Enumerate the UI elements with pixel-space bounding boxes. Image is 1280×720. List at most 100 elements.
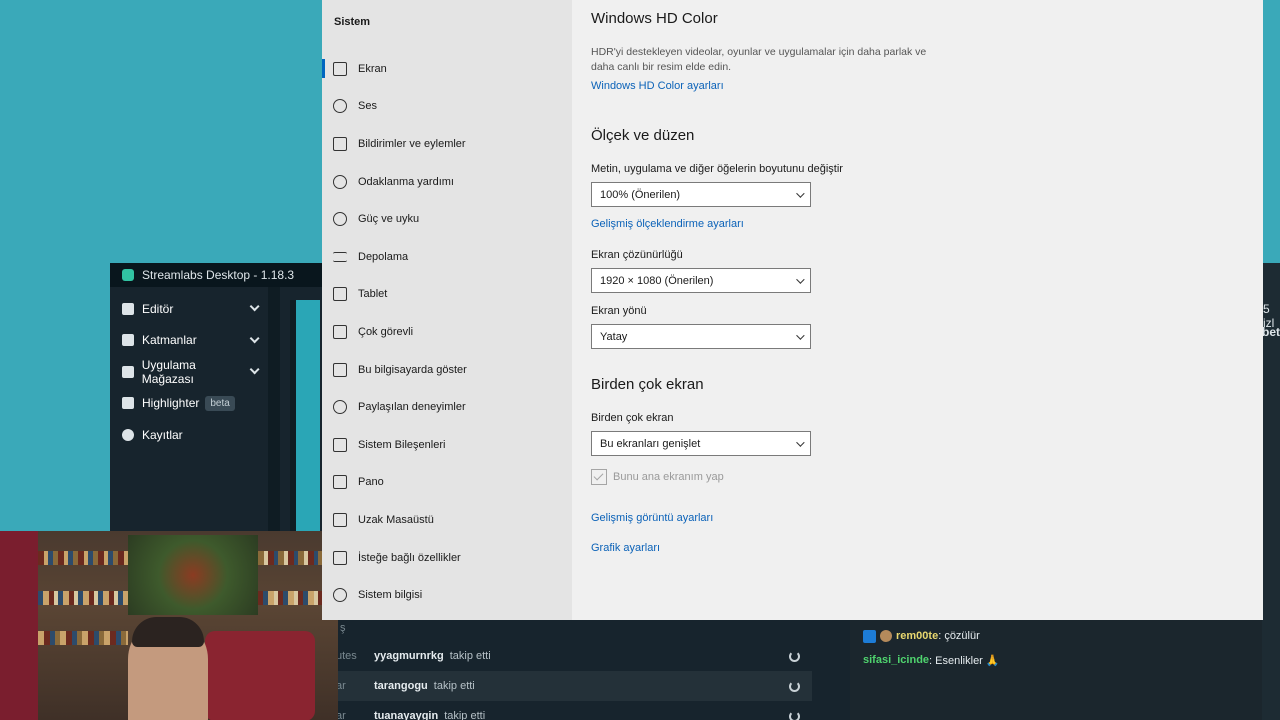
chevron-down-icon — [796, 437, 805, 447]
orientation-dropdown-value: Yatay — [600, 330, 628, 343]
event-action: takip etti — [444, 710, 486, 720]
settings-window: Sistem Ekran Ses Bildirimler ve eylemler… — [322, 0, 1263, 620]
nav-item-about[interactable]: Sistem bilgisi — [322, 576, 572, 614]
nav-item-optional-features[interactable]: İsteğe bağlı özellikler — [322, 539, 572, 577]
moderator-badge-icon — [863, 629, 876, 643]
sidebar-item-label: Kayıtlar — [142, 427, 183, 442]
nav-item-tablet[interactable]: Tablet — [322, 276, 572, 314]
nav-item-shared-experiences[interactable]: Paylaşılan deneyimler — [322, 388, 572, 426]
nav-item-label: Tablet — [358, 288, 388, 301]
chevron-down-icon — [249, 301, 260, 312]
nav-item-label: İsteğe bağlı özellikler — [358, 551, 461, 564]
chat-username[interactable]: sifasi_icinde — [863, 654, 929, 666]
nav-item-label: Sistem bilgisi — [358, 589, 423, 602]
layers-icon — [122, 334, 134, 347]
sidebar-item-layers[interactable]: Katmanlar — [110, 325, 268, 357]
event-time: utes — [336, 650, 357, 662]
shared-experiences-icon — [333, 400, 347, 415]
sidebar-item-editor[interactable]: Editör — [110, 293, 268, 325]
webcam-curtain — [0, 531, 38, 720]
nav-item-focus-assist[interactable]: Odaklanma yardımı — [322, 163, 572, 201]
sidebar-item-highlighter[interactable]: Highlighter beta — [110, 388, 268, 420]
resolution-dropdown[interactable]: 1920 × 1080 (Önerilen) — [591, 268, 811, 293]
nav-item-label: Odaklanma yardımı — [358, 175, 454, 188]
nav-item-power[interactable]: Güç ve uyku — [322, 200, 572, 238]
replay-icon[interactable] — [789, 680, 800, 692]
chevron-down-icon — [249, 333, 260, 344]
highlighter-icon — [122, 397, 134, 410]
advanced-scaling-link[interactable]: Gelişmiş ölçeklendirme ayarları — [591, 218, 744, 230]
event-user: yyagmurnrkg — [374, 650, 444, 662]
main-display-checkbox-row: Bunu ana ekranım yap — [591, 469, 724, 485]
store-icon — [122, 365, 134, 378]
advanced-display-link[interactable]: Gelişmiş görüntü ayarları — [591, 512, 713, 524]
graphics-settings-link[interactable]: Grafik ayarları — [591, 542, 660, 554]
nav-item-clipboard[interactable]: Pano — [322, 464, 572, 502]
chevron-down-icon — [249, 364, 260, 375]
nav-item-label: Ses — [358, 100, 377, 113]
webcam-tapestry — [128, 535, 258, 615]
nav-item-system-components[interactable]: Sistem Bileşenleri — [322, 426, 572, 464]
focus-assist-icon — [333, 174, 347, 189]
nav-item-label: Pano — [358, 476, 384, 489]
events-header-text: ş — [340, 622, 346, 634]
sidebar-item-label: Uygulama Mağazası — [141, 357, 196, 386]
webcam-feed — [0, 531, 338, 720]
sidebar-item-recordings[interactable]: Kayıtlar — [110, 419, 268, 451]
nav-item-notifications[interactable]: Bildirimler ve eylemler — [322, 125, 572, 163]
streamlabs-logo-icon — [122, 269, 134, 281]
orientation-dropdown[interactable]: Yatay — [591, 324, 811, 349]
nav-item-remote-desktop[interactable]: Uzak Masaüstü — [322, 501, 572, 539]
event-time: ar — [336, 710, 346, 720]
settings-sidebar: Sistem Ekran Ses Bildirimler ve eylemler… — [322, 0, 572, 620]
orientation-label: Ekran yönü — [591, 305, 647, 317]
nav-item-label: Ekran — [358, 62, 387, 75]
scale-dropdown[interactable]: 100% (Önerilen) — [591, 182, 811, 207]
nav-item-label: Sistem Bileşenleri — [358, 438, 446, 451]
nav-item-label: Bu bilgisayarda göster — [358, 363, 467, 376]
nav-item-label: Paylaşılan deneyimler — [358, 401, 466, 414]
power-icon — [333, 212, 347, 227]
resolution-label: Ekran çözünürlüğü — [591, 249, 683, 261]
chevron-down-icon — [796, 274, 805, 284]
projecting-icon — [333, 362, 347, 377]
multi-display-section-title: Birden çok ekran — [591, 376, 704, 393]
sound-icon — [333, 99, 347, 114]
sidebar-item-label: Katmanlar — [142, 333, 197, 348]
nav-item-label: Çok görevli — [358, 325, 414, 338]
nav-item-label: Uzak Masaüstü — [358, 513, 434, 526]
multi-display-label: Birden çok ekran — [591, 412, 674, 424]
about-icon — [333, 588, 347, 603]
chevron-down-icon — [796, 330, 805, 340]
scale-section-title: Ölçek ve düzen — [591, 127, 695, 144]
nav-item-storage[interactable]: Depolama — [322, 238, 572, 276]
event-row: ar tuanayaygin takip etti — [336, 701, 812, 720]
chat-username[interactable]: rem00te — [896, 630, 938, 642]
chat-text: : Esenlikler 🙏 — [929, 654, 1000, 667]
nav-item-projecting[interactable]: Bu bilgisayarda göster — [322, 351, 572, 389]
tablet-icon — [333, 287, 347, 302]
hdr-settings-link[interactable]: Windows HD Color ayarları — [591, 80, 724, 92]
editor-icon — [122, 302, 134, 315]
sidebar-item-label: Highlighter — [142, 396, 200, 411]
main-display-checkbox — [591, 469, 607, 485]
chat-message: sifasi_icinde : Esenlikler 🙏 — [863, 648, 1263, 672]
display-icon — [333, 61, 347, 76]
scale-dropdown-value: 100% (Önerilen) — [600, 188, 681, 201]
nav-item-sound[interactable]: Ses — [322, 88, 572, 126]
main-display-checkbox-label: Bunu ana ekranım yap — [613, 471, 724, 483]
sidebar-item-app-store[interactable]: Uygulama Mağazası — [110, 356, 268, 388]
event-row: ar tarangogu takip etti — [336, 671, 812, 701]
nav-item-multitasking[interactable]: Çok görevli — [322, 313, 572, 351]
event-action: takip etti — [433, 680, 475, 692]
user-badge-icon — [880, 630, 892, 642]
nav-item-label: Güç ve uyku — [358, 213, 420, 226]
webcam-chair — [205, 631, 315, 720]
nav-item-display[interactable]: Ekran — [322, 50, 572, 88]
replay-icon[interactable] — [789, 650, 800, 662]
multitasking-icon — [333, 324, 347, 339]
replay-icon[interactable] — [789, 710, 800, 720]
recent-events-list: utes yyagmurnrkg takip etti ar tarangogu… — [336, 641, 812, 720]
event-user: tuanayaygin — [374, 710, 439, 720]
multi-display-dropdown[interactable]: Bu ekranları genişlet — [591, 431, 811, 456]
